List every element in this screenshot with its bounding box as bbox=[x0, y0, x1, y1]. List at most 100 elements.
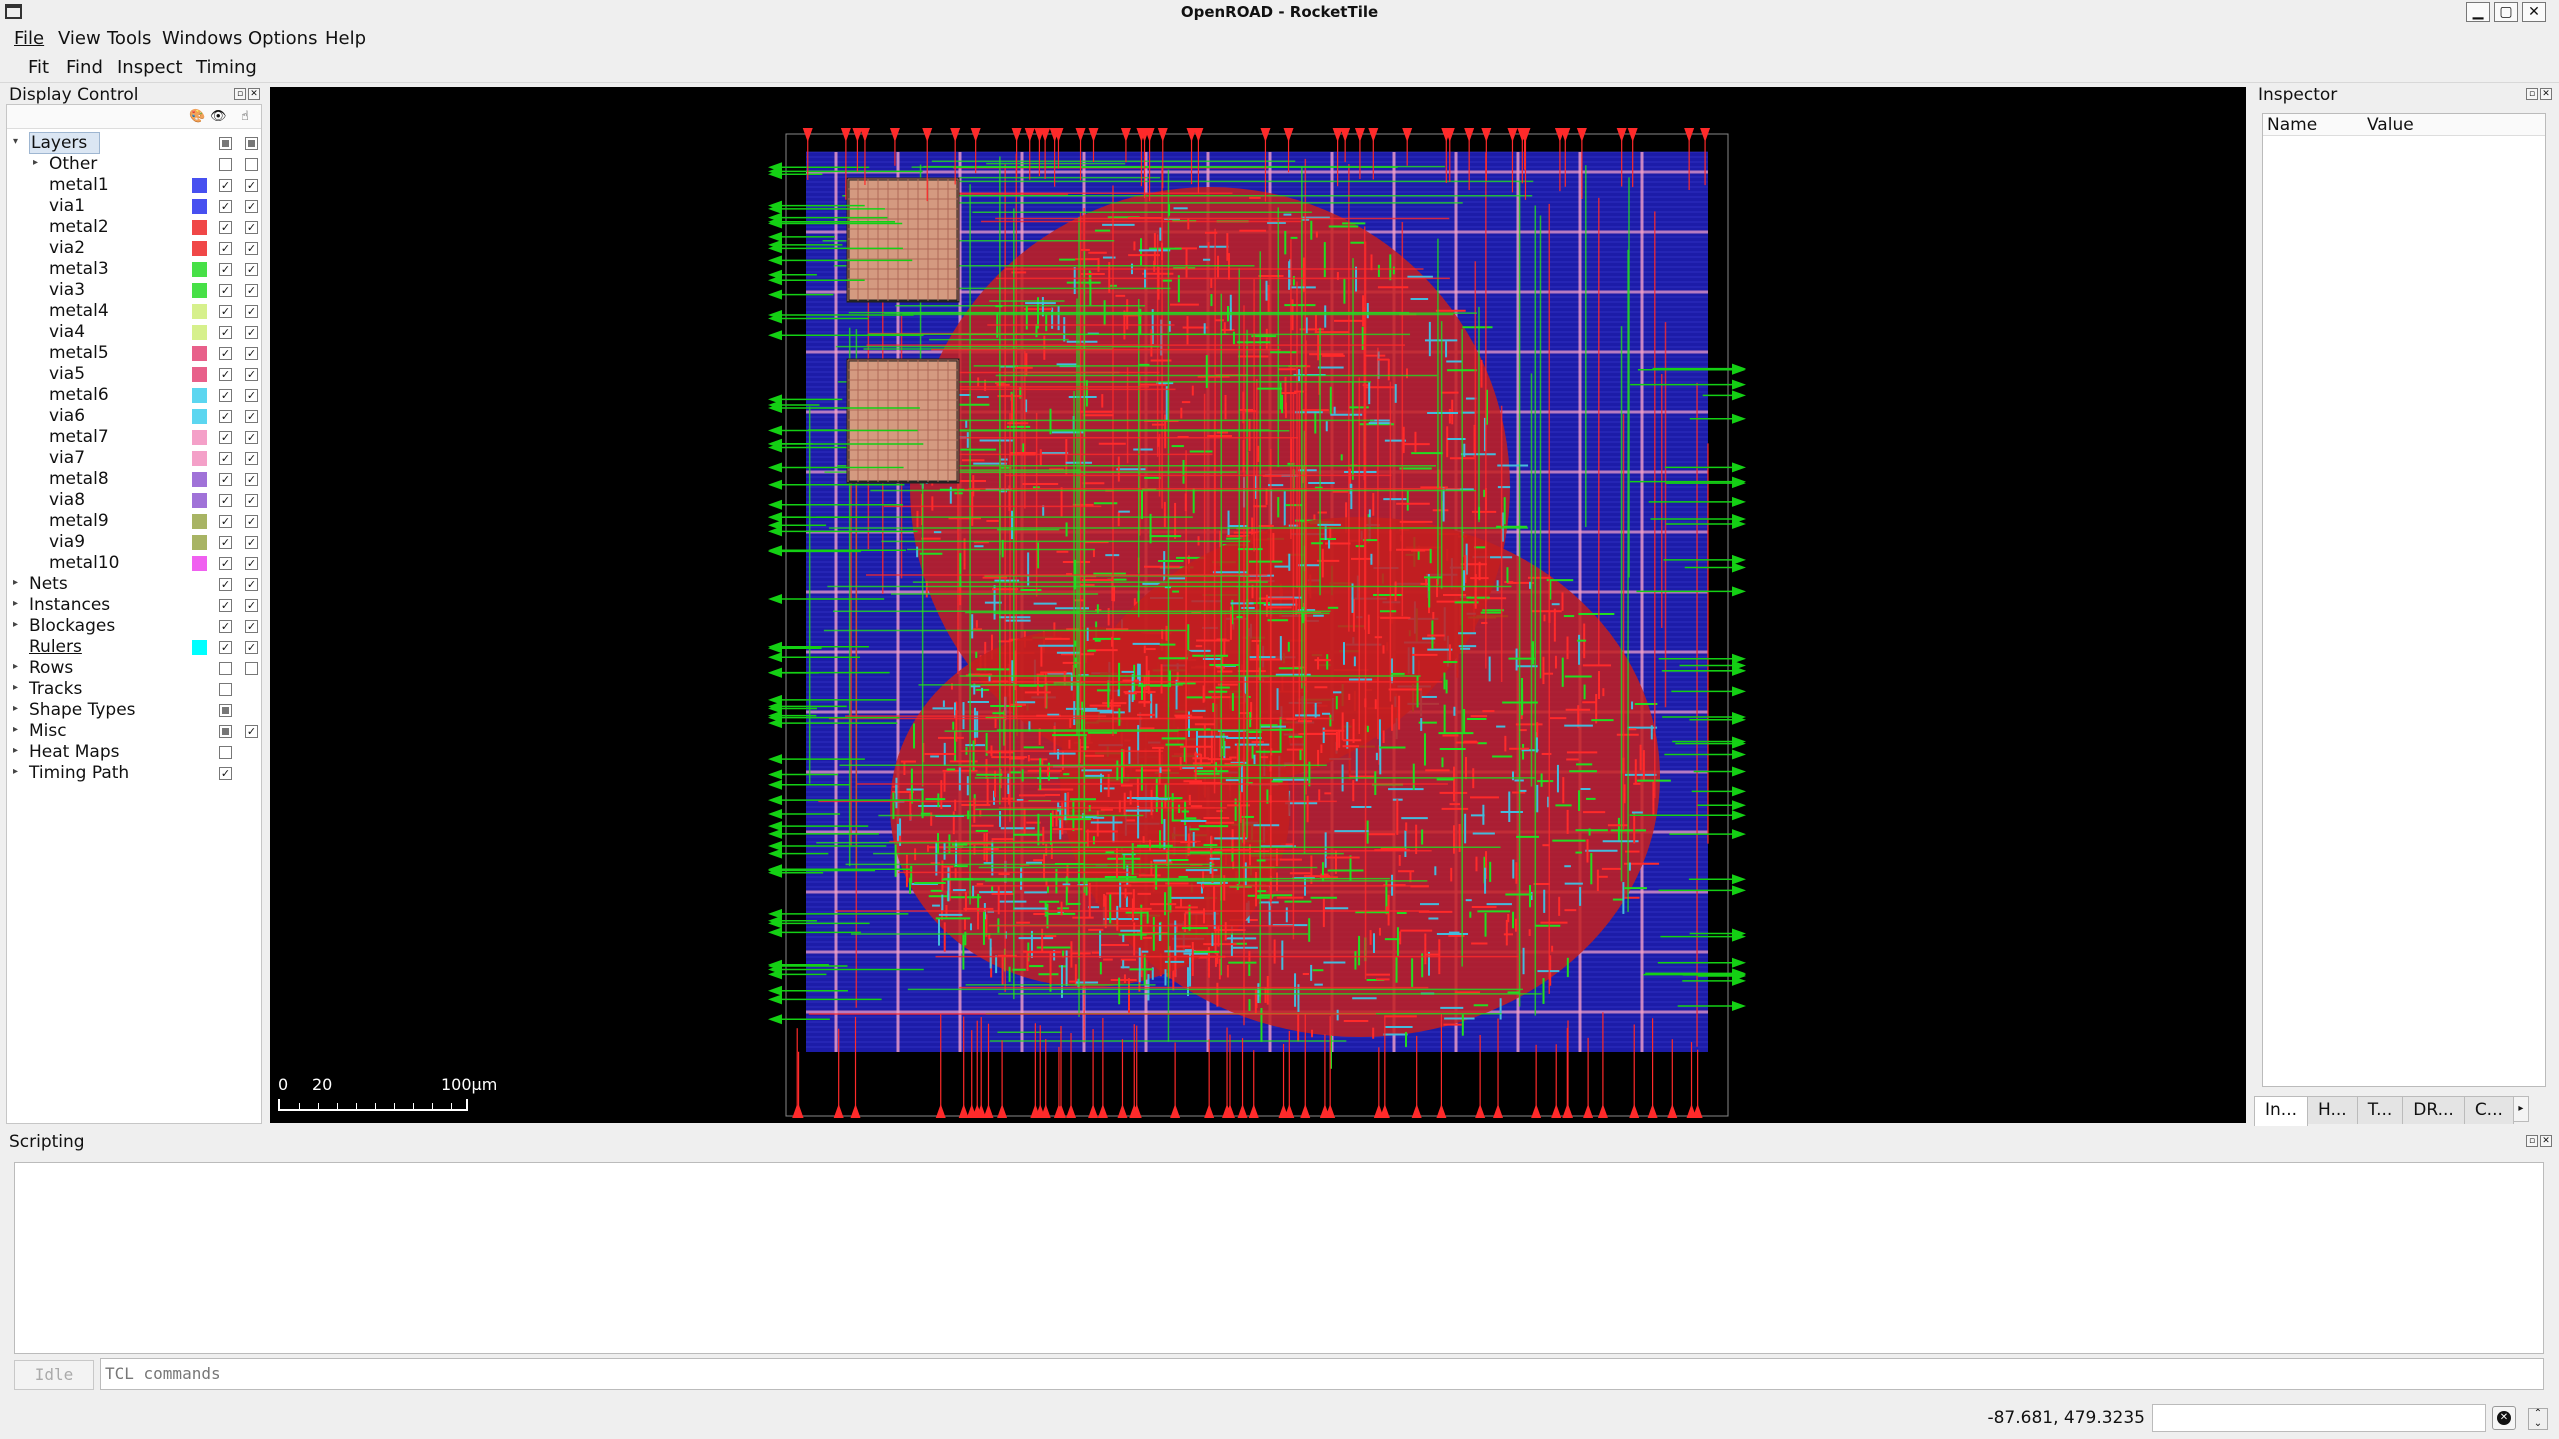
layer-row-via9[interactable]: via9 ✓ ✓ bbox=[7, 532, 261, 553]
inspect-button[interactable]: Inspect bbox=[117, 57, 183, 78]
layer-row-metal4[interactable]: metal4 ✓ ✓ bbox=[7, 301, 261, 322]
selectable-checkbox[interactable]: ✓ bbox=[245, 536, 258, 549]
layer-color-swatch[interactable] bbox=[192, 493, 207, 508]
selectable-checkbox[interactable] bbox=[245, 137, 258, 150]
collapse-arrow-icon[interactable]: ▸ bbox=[13, 703, 18, 714]
visible-checkbox[interactable]: ✓ bbox=[219, 200, 232, 213]
visible-checkbox[interactable]: ✓ bbox=[219, 263, 232, 276]
visible-checkbox[interactable]: ✓ bbox=[219, 347, 232, 360]
visible-checkbox[interactable] bbox=[219, 725, 232, 738]
layer-row-via1[interactable]: via1 ✓ ✓ bbox=[7, 196, 261, 217]
selectable-checkbox[interactable]: ✓ bbox=[245, 557, 258, 570]
fit-button[interactable]: Fit bbox=[28, 57, 49, 78]
layer-row-heat-maps[interactable]: ▸ Heat Maps bbox=[7, 742, 261, 763]
clear-button[interactable]: ✕ bbox=[2492, 1406, 2516, 1430]
collapse-arrow-icon[interactable]: ▸ bbox=[13, 577, 18, 588]
visible-checkbox[interactable] bbox=[219, 158, 232, 171]
selectable-checkbox[interactable]: ✓ bbox=[245, 305, 258, 318]
maximize-button[interactable]: ▢ bbox=[2494, 2, 2518, 22]
column-value[interactable]: Value bbox=[2367, 115, 2414, 135]
visible-checkbox[interactable]: ✓ bbox=[219, 452, 232, 465]
layer-color-swatch[interactable] bbox=[192, 346, 207, 361]
layer-color-swatch[interactable] bbox=[192, 178, 207, 193]
layer-row-via3[interactable]: via3 ✓ ✓ bbox=[7, 280, 261, 301]
layer-color-swatch[interactable] bbox=[192, 304, 207, 319]
tab-timing[interactable]: T... bbox=[2356, 1096, 2404, 1124]
visible-checkbox[interactable]: ✓ bbox=[219, 620, 232, 633]
layer-row-metal2[interactable]: metal2 ✓ ✓ bbox=[7, 217, 261, 238]
size-grip-icon[interactable]: ⌃ ⌄ bbox=[2528, 1408, 2548, 1430]
collapse-arrow-icon[interactable]: ▸ bbox=[13, 598, 18, 609]
close-icon[interactable]: ✕ bbox=[248, 88, 260, 100]
menu-tools[interactable]: Tools bbox=[107, 28, 151, 49]
layer-row-instances[interactable]: ▸ Instances ✓ ✓ bbox=[7, 595, 261, 616]
selectable-checkbox[interactable]: ✓ bbox=[245, 200, 258, 213]
collapse-arrow-icon[interactable]: ▸ bbox=[13, 682, 18, 693]
tab-scroll-right-icon[interactable]: ▸ bbox=[2512, 1096, 2529, 1122]
layer-row-via4[interactable]: via4 ✓ ✓ bbox=[7, 322, 261, 343]
close-icon[interactable]: ✕ bbox=[2540, 88, 2552, 100]
timing-button[interactable]: Timing bbox=[196, 57, 257, 78]
float-icon[interactable]: ▫ bbox=[234, 88, 246, 100]
layer-row-via6[interactable]: via6 ✓ ✓ bbox=[7, 406, 261, 427]
close-button[interactable]: ✕ bbox=[2522, 2, 2546, 22]
layer-color-swatch[interactable] bbox=[192, 514, 207, 529]
layer-color-swatch[interactable] bbox=[192, 451, 207, 466]
float-icon[interactable]: ▫ bbox=[2526, 88, 2538, 100]
menu-windows[interactable]: Windows bbox=[162, 28, 242, 49]
selectable-checkbox[interactable]: ✓ bbox=[245, 389, 258, 402]
layer-row-misc[interactable]: ▸ Misc ✓ bbox=[7, 721, 261, 742]
selectable-checkbox[interactable]: ✓ bbox=[245, 284, 258, 297]
selectable-checkbox[interactable]: ✓ bbox=[245, 725, 258, 738]
visible-checkbox[interactable]: ✓ bbox=[219, 242, 232, 255]
idle-button[interactable]: Idle bbox=[14, 1360, 94, 1390]
selectable-checkbox[interactable]: ✓ bbox=[245, 473, 258, 486]
selectable-checkbox[interactable]: ✓ bbox=[245, 179, 258, 192]
chip-layout[interactable] bbox=[270, 87, 2246, 1123]
minimize-button[interactable]: ▁ bbox=[2466, 2, 2490, 22]
tab-hierarchy[interactable]: H... bbox=[2307, 1096, 2358, 1124]
tab-drc[interactable]: DR... bbox=[2402, 1096, 2465, 1124]
layer-row-via5[interactable]: via5 ✓ ✓ bbox=[7, 364, 261, 385]
visible-checkbox[interactable] bbox=[219, 662, 232, 675]
selectable-checkbox[interactable]: ✓ bbox=[245, 620, 258, 633]
collapse-arrow-icon[interactable]: ▸ bbox=[13, 724, 18, 735]
layer-row-rulers[interactable]: Rulers ✓ ✓ bbox=[7, 637, 261, 658]
float-icon[interactable]: ▫ bbox=[2526, 1135, 2538, 1147]
layer-color-swatch[interactable] bbox=[192, 640, 207, 655]
layer-row-metal5[interactable]: metal5 ✓ ✓ bbox=[7, 343, 261, 364]
layer-row-blockages[interactable]: ▸ Blockages ✓ ✓ bbox=[7, 616, 261, 637]
selectable-checkbox[interactable]: ✓ bbox=[245, 368, 258, 381]
layer-row-via2[interactable]: via2 ✓ ✓ bbox=[7, 238, 261, 259]
tab-inspector[interactable]: In... bbox=[2254, 1096, 2308, 1126]
layer-row-shape-types[interactable]: ▸ Shape Types bbox=[7, 700, 261, 721]
visible-checkbox[interactable]: ✓ bbox=[219, 536, 232, 549]
selectable-checkbox[interactable]: ✓ bbox=[245, 452, 258, 465]
layer-row-metal9[interactable]: metal9 ✓ ✓ bbox=[7, 511, 261, 532]
layer-row-metal1[interactable]: metal1 ✓ ✓ bbox=[7, 175, 261, 196]
visible-checkbox[interactable] bbox=[219, 683, 232, 696]
layer-row-tracks[interactable]: ▸ Tracks bbox=[7, 679, 261, 700]
status-search-input[interactable] bbox=[2152, 1404, 2486, 1432]
visible-checkbox[interactable]: ✓ bbox=[219, 389, 232, 402]
visible-checkbox[interactable] bbox=[219, 137, 232, 150]
selectable-checkbox[interactable]: ✓ bbox=[245, 494, 258, 507]
layer-color-swatch[interactable] bbox=[192, 262, 207, 277]
find-button[interactable]: Find bbox=[66, 57, 103, 78]
layer-color-swatch[interactable] bbox=[192, 283, 207, 298]
selectable-checkbox[interactable]: ✓ bbox=[245, 578, 258, 591]
layer-row-metal6[interactable]: metal6 ✓ ✓ bbox=[7, 385, 261, 406]
tcl-command-input[interactable]: TCL commands bbox=[100, 1358, 2544, 1390]
layer-color-swatch[interactable] bbox=[192, 325, 207, 340]
collapse-arrow-icon[interactable]: ▸ bbox=[13, 661, 18, 672]
visible-checkbox[interactable]: ✓ bbox=[219, 326, 232, 339]
visible-checkbox[interactable]: ✓ bbox=[219, 473, 232, 486]
inspector-table[interactable]: Name Value bbox=[2262, 113, 2546, 1087]
selectable-checkbox[interactable]: ✓ bbox=[245, 221, 258, 234]
selectable-checkbox[interactable]: ✓ bbox=[245, 347, 258, 360]
visible-checkbox[interactable]: ✓ bbox=[219, 305, 232, 318]
expand-arrow-icon[interactable]: ▾ bbox=[13, 136, 18, 147]
menu-options[interactable]: Options bbox=[248, 28, 317, 49]
menu-help[interactable]: Help bbox=[325, 28, 366, 49]
selectable-checkbox[interactable]: ✓ bbox=[245, 263, 258, 276]
